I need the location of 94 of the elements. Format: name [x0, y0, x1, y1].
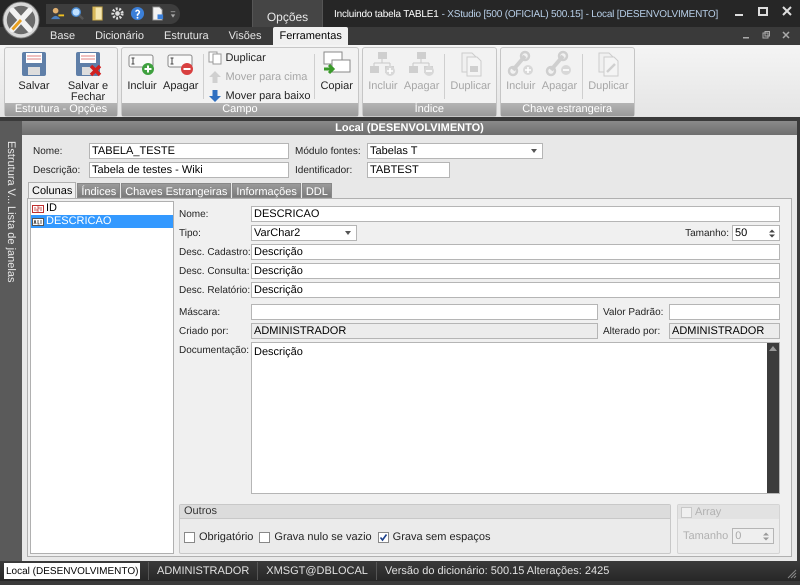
dropdown-field[interactable]: Tabelas T — [367, 143, 543, 159]
input-field[interactable]: DESCRICAO — [251, 206, 780, 222]
field-label: Tamanho: — [685, 226, 729, 240]
maximize-icon[interactable] — [758, 5, 768, 17]
close-icon[interactable] — [782, 30, 790, 40]
field-label: Alterado por: — [603, 324, 662, 338]
user-key-icon[interactable] — [50, 6, 65, 21]
field-label: Identificador: — [295, 164, 354, 178]
dropdown-caret-icon — [345, 231, 351, 235]
list-item[interactable]: ID — [31, 202, 173, 215]
group-label: Índice — [362, 103, 496, 116]
dock-tab[interactable]: Lista de janelas — [1, 206, 21, 283]
spin-field[interactable]: 50 — [732, 225, 780, 241]
field-label: Desc. Consulta: — [179, 264, 251, 278]
group-label: Estrutura - Opções — [5, 103, 117, 116]
spin-arrows-icon — [763, 532, 769, 541]
ribbon-tab[interactable]: Visões — [218, 27, 272, 45]
tab-group-label: Opções — [266, 9, 308, 22]
tab[interactable]: Informações — [232, 183, 301, 198]
ribbon-button[interactable]: Duplicar — [208, 50, 310, 66]
restore-icon[interactable] — [762, 30, 770, 40]
group-label: Chave estrangeira — [500, 103, 634, 116]
input-field[interactable]: ADMINISTRADOR — [251, 323, 598, 339]
scroll-up-icon[interactable] — [769, 346, 777, 351]
dock-tab[interactable]: Estrutura V... — [1, 141, 21, 204]
ribbon-button[interactable]: Copiar — [317, 50, 356, 103]
checkbox-label: Grava nulo se vazio — [274, 530, 372, 545]
ribbon-tab[interactable]: Ferramentas — [273, 27, 348, 45]
status-text: Versão do dicionário: 500.15 Alterações: 2425 — [384, 564, 610, 579]
scrollbar[interactable] — [767, 343, 779, 493]
floppy-disk-delete-icon — [74, 50, 102, 78]
ribbon-button[interactable]: Incluir — [124, 50, 160, 103]
field-label: Descrição: — [33, 164, 82, 178]
input-field[interactable]: Descrição — [251, 244, 780, 260]
tab[interactable]: Colunas — [28, 182, 76, 198]
field-label: Máscara: — [179, 306, 222, 320]
field-label: Desc. Relatório: — [179, 284, 251, 298]
settings-icon[interactable] — [110, 6, 125, 21]
input-field[interactable]: Descrição — [251, 263, 780, 279]
ribbon-button[interactable]: Salvar — [7, 50, 61, 103]
document-lock-icon[interactable] — [150, 6, 165, 21]
window-title: Incluindo tabela TABLE1 — [334, 8, 439, 22]
connection-dropdown[interactable]: Local (DESENVOLVIMENTO) — [4, 563, 140, 579]
hierarchy-remove-icon — [406, 50, 437, 78]
checkbox-label: Obrigatório — [199, 530, 254, 545]
ribbon-button[interactable]: Salvar e Fechar — [61, 50, 115, 103]
field-label: Módulo fontes: — [295, 144, 362, 158]
field-label: Documentação: — [179, 344, 250, 358]
field-label: Criado por: — [179, 324, 230, 338]
dropdown-caret-icon — [531, 149, 537, 153]
ribbon-button[interactable]: Apagar — [160, 50, 202, 103]
ribbon-button[interactable]: Mover para baixo — [208, 88, 310, 104]
group-title: Outros — [184, 504, 218, 520]
dropdown-field[interactable]: VarChar2 — [251, 225, 357, 241]
tab[interactable]: Chaves Estrangeiras — [121, 183, 232, 198]
hierarchy-add-icon — [368, 50, 398, 78]
field-label: Valor Padrão: — [603, 306, 664, 320]
input-field[interactable]: TABTEST — [367, 162, 450, 178]
spin-arrows-icon — [769, 228, 775, 238]
input-field[interactable] — [669, 304, 780, 320]
customize-icon[interactable] — [170, 8, 176, 18]
ribbon-tab[interactable]: Dicionário — [85, 27, 154, 45]
documents-icon — [208, 51, 222, 65]
search-icon[interactable] — [70, 6, 85, 21]
field-label: Nome: — [179, 208, 210, 222]
field-label: Nome: — [33, 144, 64, 158]
field-label: Tamanho — [683, 529, 728, 544]
ribbon-tab[interactable]: Base — [40, 27, 86, 45]
input-field[interactable]: ADMINISTRADOR — [669, 323, 780, 339]
group-label: Campo — [122, 103, 358, 116]
resize-grip-icon[interactable] — [787, 569, 797, 579]
input-field[interactable]: TABELA_TESTE — [89, 143, 289, 159]
input-field[interactable]: Descrição — [251, 282, 780, 298]
arrow-up-icon — [208, 70, 222, 84]
window-subtitle: - XStudio [500 (OFICIAL) 500.15] - Local [DESENVOLVIMENTO] — [442, 8, 718, 22]
field-label: Tipo: — [179, 226, 202, 240]
ribbon-tab[interactable]: Estrutura — [154, 27, 219, 45]
text-area[interactable]: Descrição — [251, 342, 780, 494]
help-icon[interactable] — [130, 6, 145, 21]
status-text: XMSGT@DBLOCAL — [266, 564, 368, 579]
checkbox[interactable] — [259, 532, 270, 543]
checkbox-label: Grava sem espaços — [392, 530, 490, 545]
input-field[interactable]: Tabela de testes - Wiki — [89, 162, 289, 178]
tab[interactable]: Índices — [77, 183, 120, 198]
tab[interactable]: DDL — [302, 183, 332, 198]
checkbox[interactable] — [184, 532, 195, 543]
link-add-icon — [506, 50, 536, 78]
input-field[interactable] — [251, 304, 598, 320]
status-text: ADMINISTRADOR — [157, 564, 250, 579]
field-label: Desc. Cadastro: — [179, 246, 251, 260]
arrow-down-icon — [208, 89, 222, 103]
document-icon[interactable] — [90, 6, 105, 21]
panel-title: Local (DESENVOLVIMENTO) — [335, 120, 484, 136]
checkbox[interactable] — [378, 532, 389, 543]
